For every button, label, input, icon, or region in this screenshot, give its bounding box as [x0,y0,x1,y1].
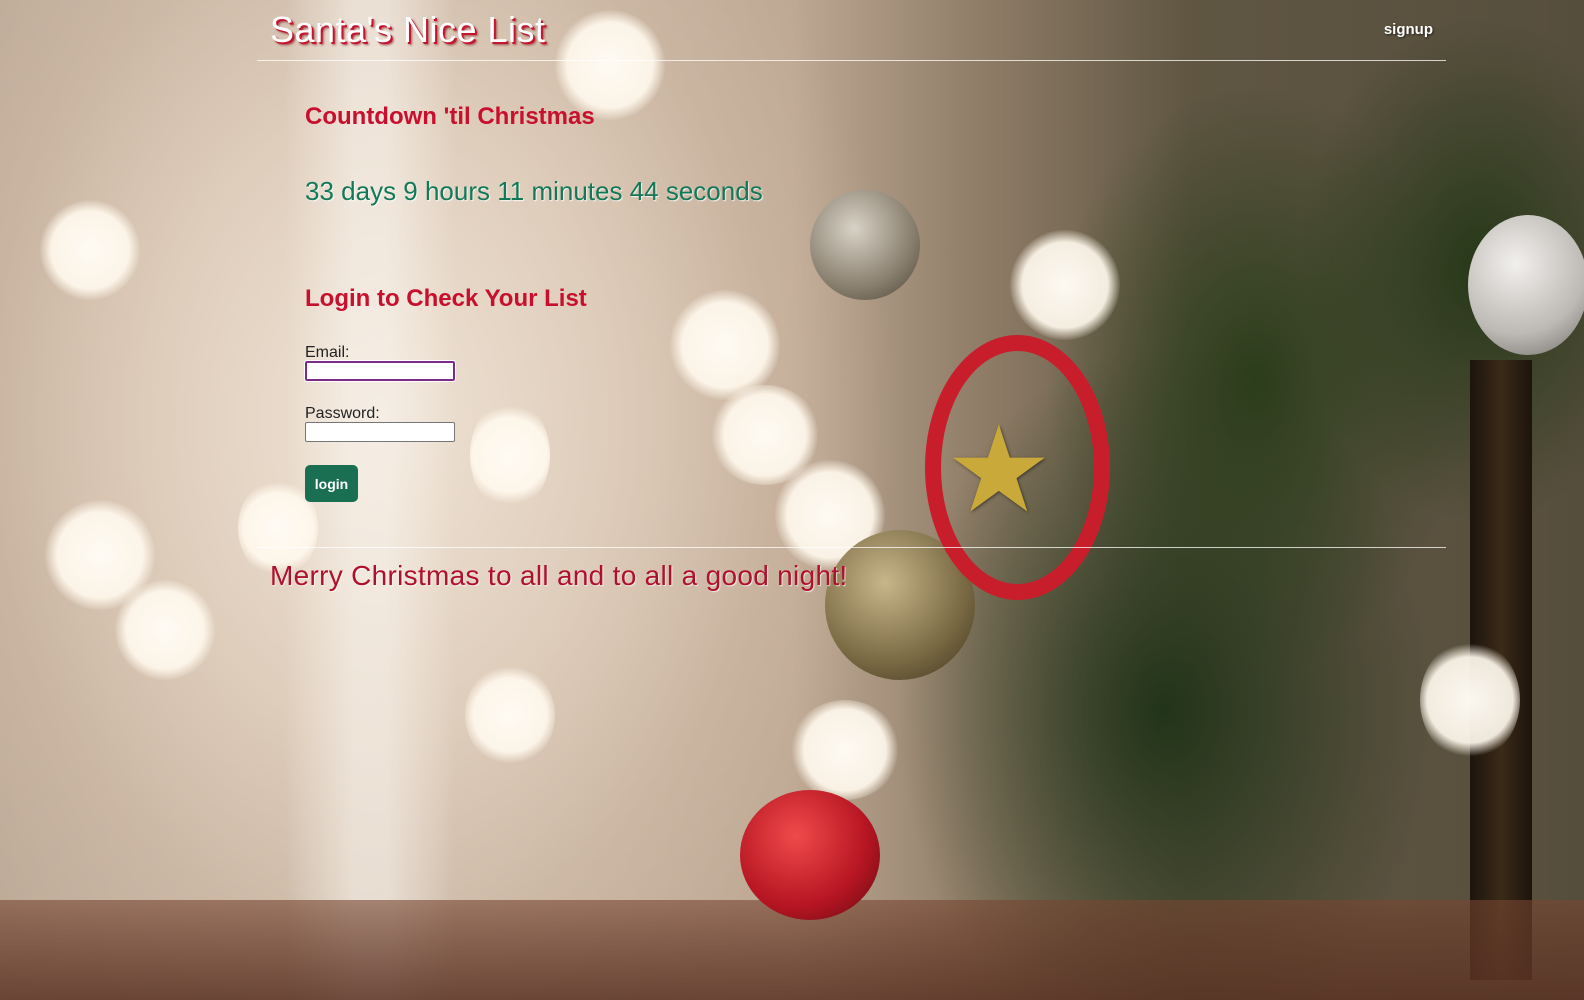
login-heading: Login to Check Your List [305,285,587,312]
page-container: Santa's Nice List signup Countdown 'til … [257,0,1446,1000]
main-content: Countdown 'til Christmas 33 days 9 hours… [257,61,1446,547]
top-navbar: Santa's Nice List signup [257,0,1446,61]
footer: Merry Christmas to all and to all a good… [257,547,1446,591]
bokeh-light [40,200,140,300]
login-button[interactable]: login [305,465,358,502]
ornament-silver [1468,215,1584,355]
bokeh-light [115,580,215,680]
countdown-timer: 33 days 9 hours 11 minutes 44 seconds [305,176,763,206]
footer-message: Merry Christmas to all and to all a good… [270,560,848,591]
email-input[interactable] [304,360,456,382]
countdown-heading: Countdown 'til Christmas [305,103,595,130]
email-label: Email: [305,344,350,361]
password-label: Password: [305,405,380,422]
site-title: Santa's Nice List [270,9,546,50]
password-input[interactable] [305,422,455,442]
signup-link[interactable]: signup [1384,21,1433,38]
